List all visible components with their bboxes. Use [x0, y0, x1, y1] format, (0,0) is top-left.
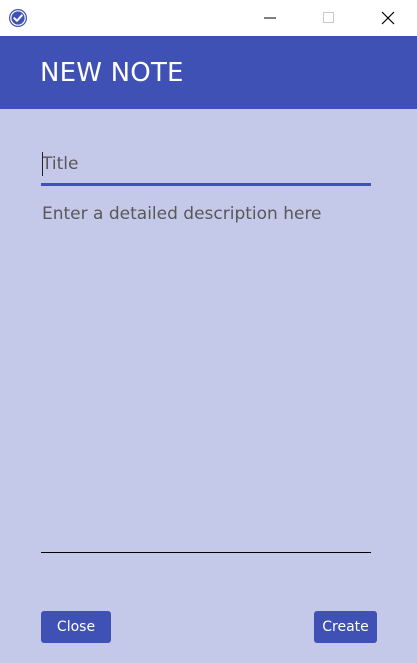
check-circle-icon	[9, 9, 27, 27]
page-title: NEW NOTE	[40, 58, 184, 88]
create-button[interactable]: Create	[314, 611, 377, 643]
maximize-button[interactable]	[306, 0, 352, 36]
title-field	[41, 146, 371, 186]
title-underline	[41, 183, 371, 186]
new-note-window: NEW NOTE Close Create	[0, 0, 417, 663]
maximize-icon	[323, 12, 334, 23]
window-titlebar[interactable]	[0, 0, 417, 36]
close-button[interactable]: Close	[41, 611, 111, 643]
text-caret	[42, 152, 43, 176]
close-icon	[381, 11, 395, 25]
description-underline	[41, 552, 371, 553]
title-input[interactable]	[41, 146, 371, 182]
page-header: NEW NOTE	[0, 36, 417, 109]
description-input[interactable]	[41, 196, 371, 546]
minimize-button[interactable]	[247, 0, 293, 36]
minimize-icon	[264, 17, 276, 19]
window-close-button[interactable]	[365, 0, 411, 36]
description-field	[41, 196, 371, 554]
